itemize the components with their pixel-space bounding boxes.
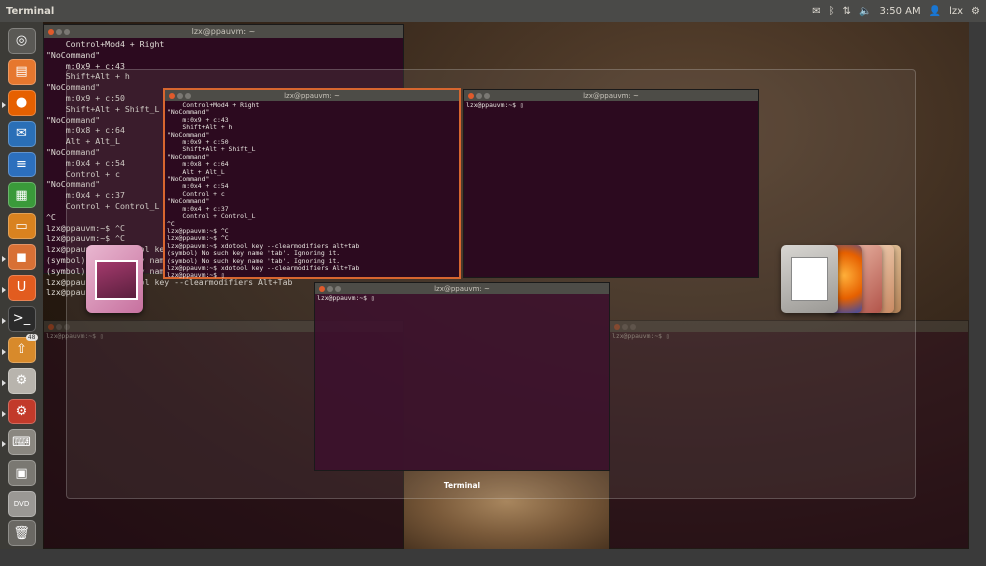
bottom-terminal-title: lzx@ppauvm: ~ <box>434 284 490 293</box>
mail-icon[interactable]: ✉ <box>812 6 820 17</box>
launcher-terminal-icon[interactable]: >_ <box>1 305 36 332</box>
launcher-system-tools-icon[interactable]: ⚙ <box>1 367 36 394</box>
gear-icon[interactable]: ⚙ <box>971 6 980 17</box>
launcher-software-center-icon[interactable]: ◼ <box>1 244 36 270</box>
switcher-terminal-right[interactable]: lzx@ppauvm: ~ lzx@ppauvm:~$ ▯ <box>463 89 759 278</box>
close-icon[interactable] <box>48 323 54 330</box>
wrench-icon <box>791 257 828 301</box>
launcher-glyph: ▭ <box>15 218 28 234</box>
launcher-glyph: U <box>16 280 27 296</box>
launcher-trash-icon[interactable]: 🗑 <box>7 520 36 546</box>
running-indicator <box>1 287 6 293</box>
launcher-glyph: ⚙ <box>15 373 28 389</box>
close-icon[interactable] <box>48 28 54 35</box>
running-indicator <box>1 317 6 324</box>
running-indicator <box>1 379 6 386</box>
launcher-dash-home-icon[interactable]: ◎ <box>7 28 36 54</box>
launcher-glyph: >_ <box>12 311 31 327</box>
launcher-ubuntu-one-icon[interactable]: U <box>1 275 36 301</box>
launcher-glyph: ✉ <box>16 126 27 142</box>
minimize-icon <box>177 92 183 99</box>
running-indicator <box>1 101 6 108</box>
minimize-icon <box>327 285 333 292</box>
network-icon[interactable]: ⇅ <box>843 6 851 17</box>
launcher-glyph: ⌨ <box>12 434 31 450</box>
running-indicator <box>1 410 6 417</box>
active-terminal-title: lzx@ppauvm: ~ <box>284 91 340 100</box>
launcher-impress-icon[interactable]: ▭ <box>7 213 36 240</box>
panel-app-title: Terminal <box>6 5 55 17</box>
background-terminal-title: lzx@ppauvm: ~ <box>191 27 256 36</box>
launcher-glyph: DVD <box>13 500 30 509</box>
unity-launcher: ◎ ▤ ● ✉ ≡ ▦ ▭ ◼ U >_ ⇧ 48 ⚙ ⚙ ⌨ ▣ DVD 🗑 <box>0 22 43 549</box>
right-terminal-titlebar: lzx@ppauvm: ~ <box>464 90 758 101</box>
maximize-icon[interactable] <box>64 28 70 35</box>
top-panel: Terminal ✉ ᛒ ⇅ 🔈 3:50 AM 👤 lzx ⚙ <box>0 0 986 22</box>
launcher-firefox-icon[interactable]: ● <box>1 89 36 116</box>
update-count-badge: 48 <box>25 333 38 341</box>
launcher-calc-icon[interactable]: ▦ <box>7 182 36 209</box>
background-terminal-titlebar[interactable]: lzx@ppauvm: ~ <box>44 25 403 38</box>
close-icon <box>468 92 474 99</box>
close-icon <box>169 92 175 99</box>
switcher-app-label: Terminal <box>443 481 481 490</box>
switcher-terminal-active[interactable]: lzx@ppauvm: ~ Control+Mod4 + Right "NoCo… <box>163 88 461 279</box>
launcher-workspace-switcher-icon[interactable]: ▣ <box>7 460 36 487</box>
launcher-glyph: ⚙ <box>15 403 28 419</box>
right-terminal-title: lzx@ppauvm: ~ <box>583 91 639 100</box>
launcher-dvd-icon[interactable]: DVD <box>7 491 36 517</box>
launcher-keyboard-icon[interactable]: ⌨ <box>1 429 36 456</box>
bluetooth-icon[interactable]: ᛒ <box>829 6 835 17</box>
launcher-system-settings-icon[interactable]: ⚙ <box>1 398 36 425</box>
launcher-glyph: ▣ <box>15 465 28 481</box>
launcher-glyph: ● <box>15 95 28 111</box>
panel-clock[interactable]: 3:50 AM <box>880 6 921 17</box>
switcher-app-system-tools[interactable] <box>781 245 838 313</box>
launcher-glyph: ⇧ <box>16 342 27 358</box>
launcher-glyph: ◎ <box>15 33 28 49</box>
active-terminal-titlebar: lzx@ppauvm: ~ <box>165 90 459 101</box>
launcher-files-icon[interactable]: ▤ <box>7 58 36 85</box>
active-terminal-output: Control+Mod4 + Right "NoCommand" m:0x9 +… <box>167 101 360 280</box>
launcher-update-manager-icon[interactable]: ⇧ 48 <box>1 333 38 363</box>
window-controls <box>468 92 490 99</box>
running-indicator <box>1 256 6 263</box>
switcher-app-workspace-icon[interactable] <box>86 245 143 313</box>
running-indicator <box>1 441 6 448</box>
bottom-terminal-output: lzx@ppauvm:~$ ▯ <box>317 294 375 302</box>
launcher-glyph: ▤ <box>15 64 28 80</box>
window-controls <box>48 28 70 35</box>
bottom-terminal-titlebar: lzx@ppauvm: ~ <box>315 283 609 294</box>
right-terminal-output: lzx@ppauvm:~$ ▯ <box>466 101 524 109</box>
volume-icon[interactable]: 🔈 <box>859 6 871 17</box>
launcher-glyph: ≡ <box>16 156 27 172</box>
close-icon <box>319 285 325 292</box>
window-controls <box>169 92 191 99</box>
maximize-icon <box>335 285 341 292</box>
minimize-icon[interactable] <box>56 323 62 330</box>
maximize-icon <box>484 92 490 99</box>
workspace-preview-icon <box>95 260 138 300</box>
minimize-icon <box>476 92 482 99</box>
desktop: lzx@ppauvm: ~ Control+Mod4 + Right "NoCo… <box>0 0 986 566</box>
switcher-terminal-bottom[interactable]: lzx@ppauvm: ~ lzx@ppauvm:~$ ▯ <box>314 282 610 471</box>
launcher-glyph: 🗑 <box>13 525 30 541</box>
launcher-glyph: ▦ <box>15 187 28 203</box>
launcher-glyph: ◼ <box>16 249 27 265</box>
window-controls <box>319 285 341 292</box>
panel-indicators: ✉ ᛒ ⇅ 🔈 3:50 AM 👤 lzx ⚙ <box>812 0 980 22</box>
user-icon[interactable]: 👤 <box>929 6 941 17</box>
launcher-thunderbird-icon[interactable]: ✉ <box>7 120 36 147</box>
running-indicator <box>1 348 6 355</box>
maximize-icon <box>185 92 191 99</box>
launcher-writer-icon[interactable]: ≡ <box>7 151 36 178</box>
minimize-icon[interactable] <box>56 28 62 35</box>
panel-username[interactable]: lzx <box>949 6 963 17</box>
